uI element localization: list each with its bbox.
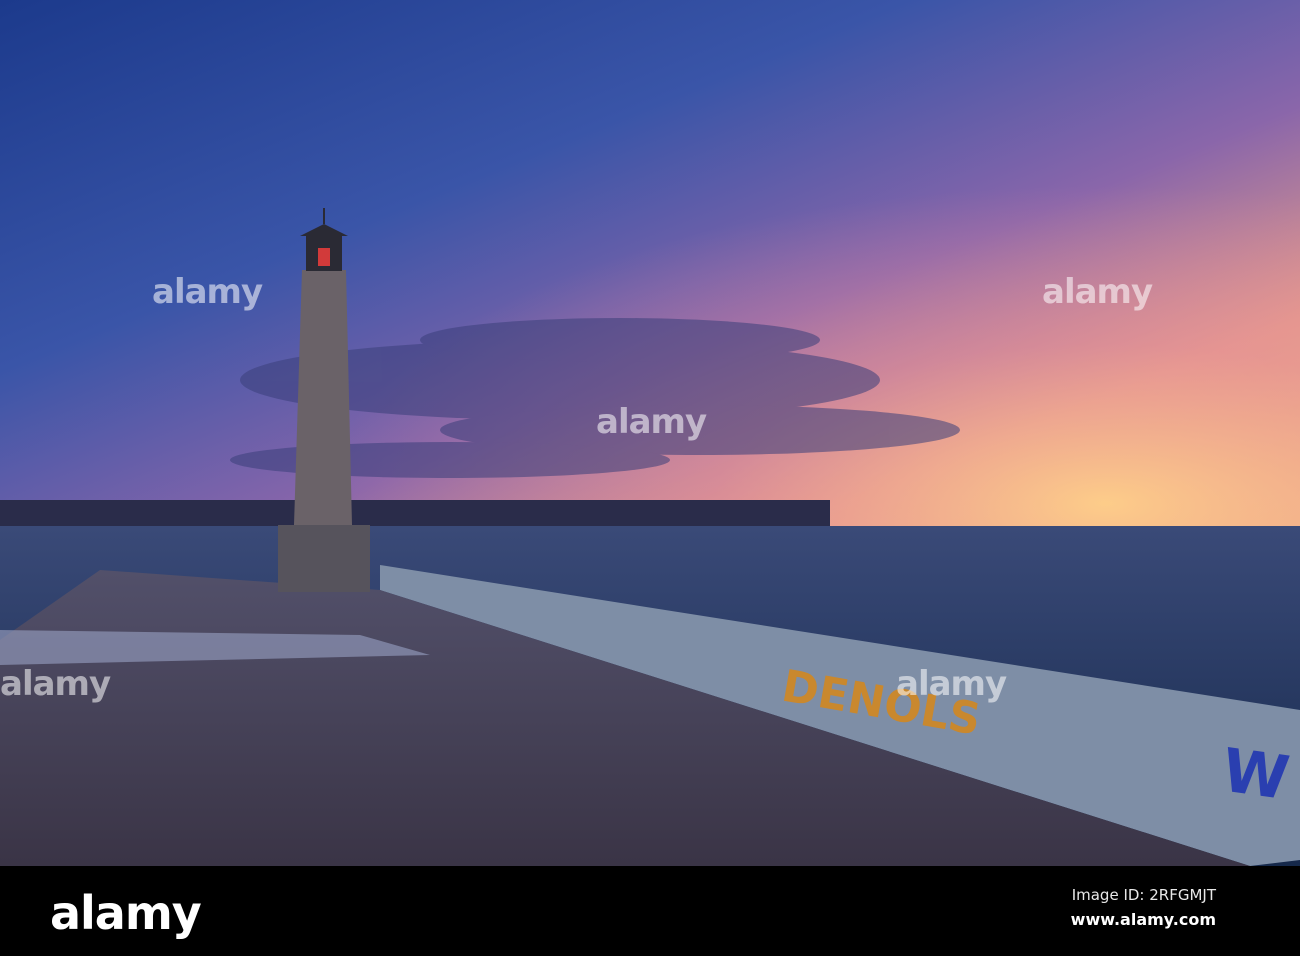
footer-bar: alamy Image ID: 2RFGMJT www.alamy.com: [0, 866, 1300, 956]
watermark: alamy: [0, 664, 111, 704]
watermark: alamy: [152, 272, 263, 312]
stock-photo: DENOLS W alamy alamy alamy alamy alamy a…: [0, 0, 1300, 956]
svg-text:W: W: [1218, 736, 1293, 815]
image-id: Image ID: 2RFGMJT: [1071, 886, 1216, 904]
watermark: alamy: [896, 664, 1007, 704]
watermark: alamy: [596, 402, 707, 442]
alamy-logo: alamy: [50, 886, 202, 940]
website-link: www.alamy.com: [1070, 910, 1216, 929]
town-skyline: [0, 500, 830, 528]
watermark: alamy: [1042, 272, 1153, 312]
